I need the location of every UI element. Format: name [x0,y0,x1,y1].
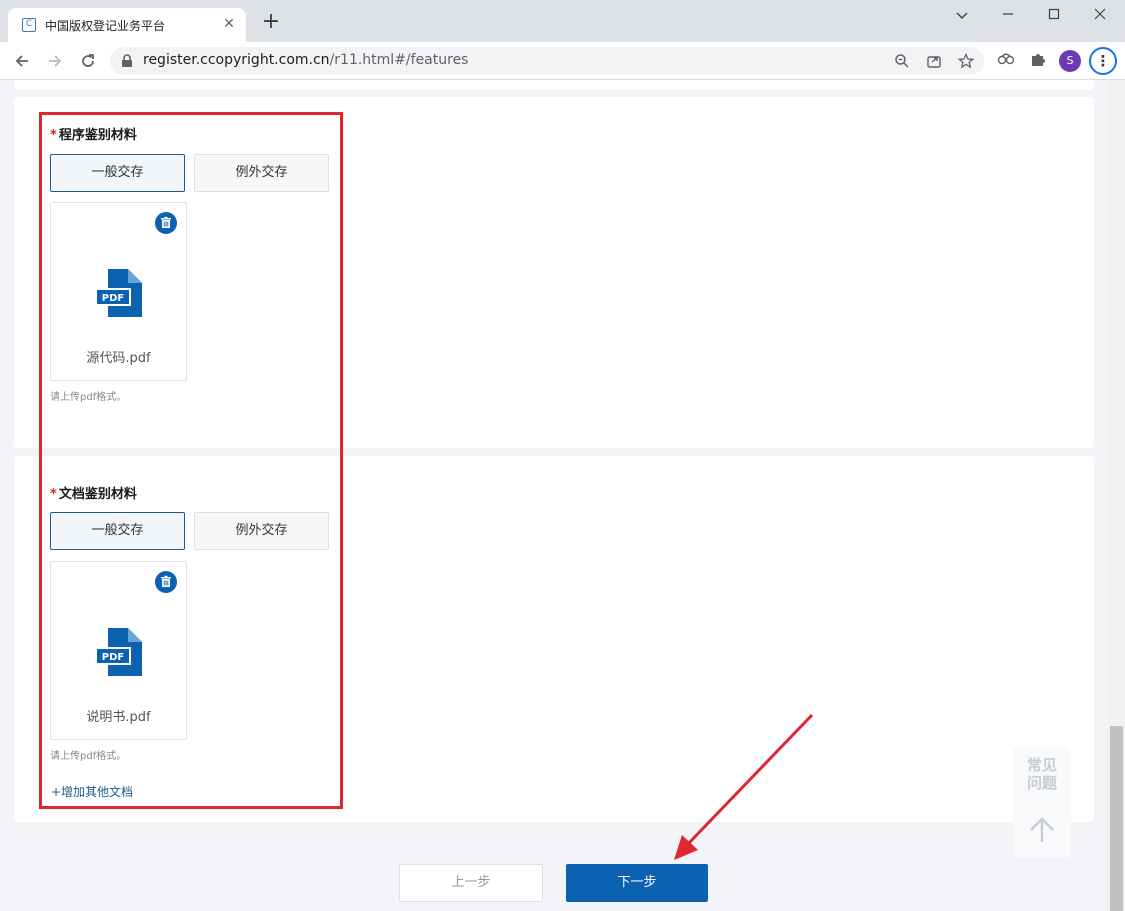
faq-widget[interactable]: 常见 问题 [1013,748,1071,858]
url-text: register.ccopyright.com.cn/r11.html#/fea… [143,52,468,68]
prev-step-button[interactable]: 上一步 [399,864,543,902]
maximize-button[interactable] [1031,4,1077,28]
extension-cloud-icon[interactable] [996,51,1016,71]
page-viewport: * 程序鉴别材料 一般交存 例外交存 PDF 源代码.pdf 请上传pdf格式。 … [0,80,1125,911]
reload-icon[interactable] [76,49,100,73]
scrollbar-thumb[interactable] [1110,726,1123,911]
url-path: /r11.html#/features [329,52,469,68]
address-bar[interactable]: register.ccopyright.com.cn/r11.html#/fea… [110,47,984,75]
tab-title: 中国版权登记业务平台 [45,19,166,33]
forward-icon[interactable] [43,49,67,73]
site-favicon-icon: C [22,18,36,32]
lock-icon [122,54,132,67]
close-window-button[interactable] [1077,4,1123,28]
tab-search-icon[interactable] [939,4,985,28]
next-step-button[interactable]: 下一步 [566,864,708,902]
close-tab-icon[interactable]: ✕ [220,15,238,33]
annotation-highlight-box [39,112,343,809]
back-icon[interactable] [10,49,34,73]
faq-label-line2: 问题 [1026,774,1057,792]
previous-card-bottom [14,80,1094,90]
browser-toolbar: register.ccopyright.com.cn/r11.html#/fea… [0,42,1125,80]
bookmark-star-icon[interactable] [956,51,976,71]
url-host: register.ccopyright.com.cn [143,52,330,68]
extensions-puzzle-icon[interactable] [1028,51,1048,71]
back-to-top-icon[interactable] [1028,816,1056,844]
faq-label-line1: 常见 [1026,756,1057,774]
zoom-icon[interactable] [892,51,912,71]
browser-menu-icon[interactable]: ⋮ [1089,47,1117,75]
new-tab-button[interactable]: + [259,11,283,35]
browser-tab[interactable]: C 中国版权登记业务平台 ✕ [8,8,246,42]
faq-label: 常见 问题 [1013,756,1071,792]
profile-avatar[interactable]: S [1059,50,1081,72]
share-icon[interactable] [924,51,944,71]
minimize-button[interactable] [985,4,1031,28]
browser-tab-bar: C 中国版权登记业务平台 ✕ + [0,0,1125,42]
